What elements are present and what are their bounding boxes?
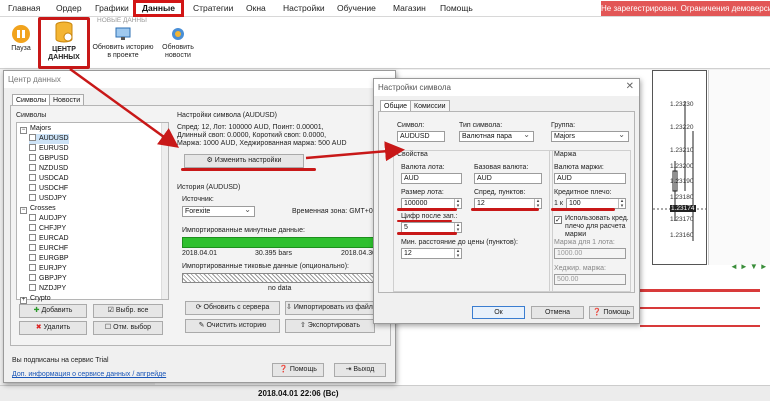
annotation-arrows	[69, 67, 405, 162]
